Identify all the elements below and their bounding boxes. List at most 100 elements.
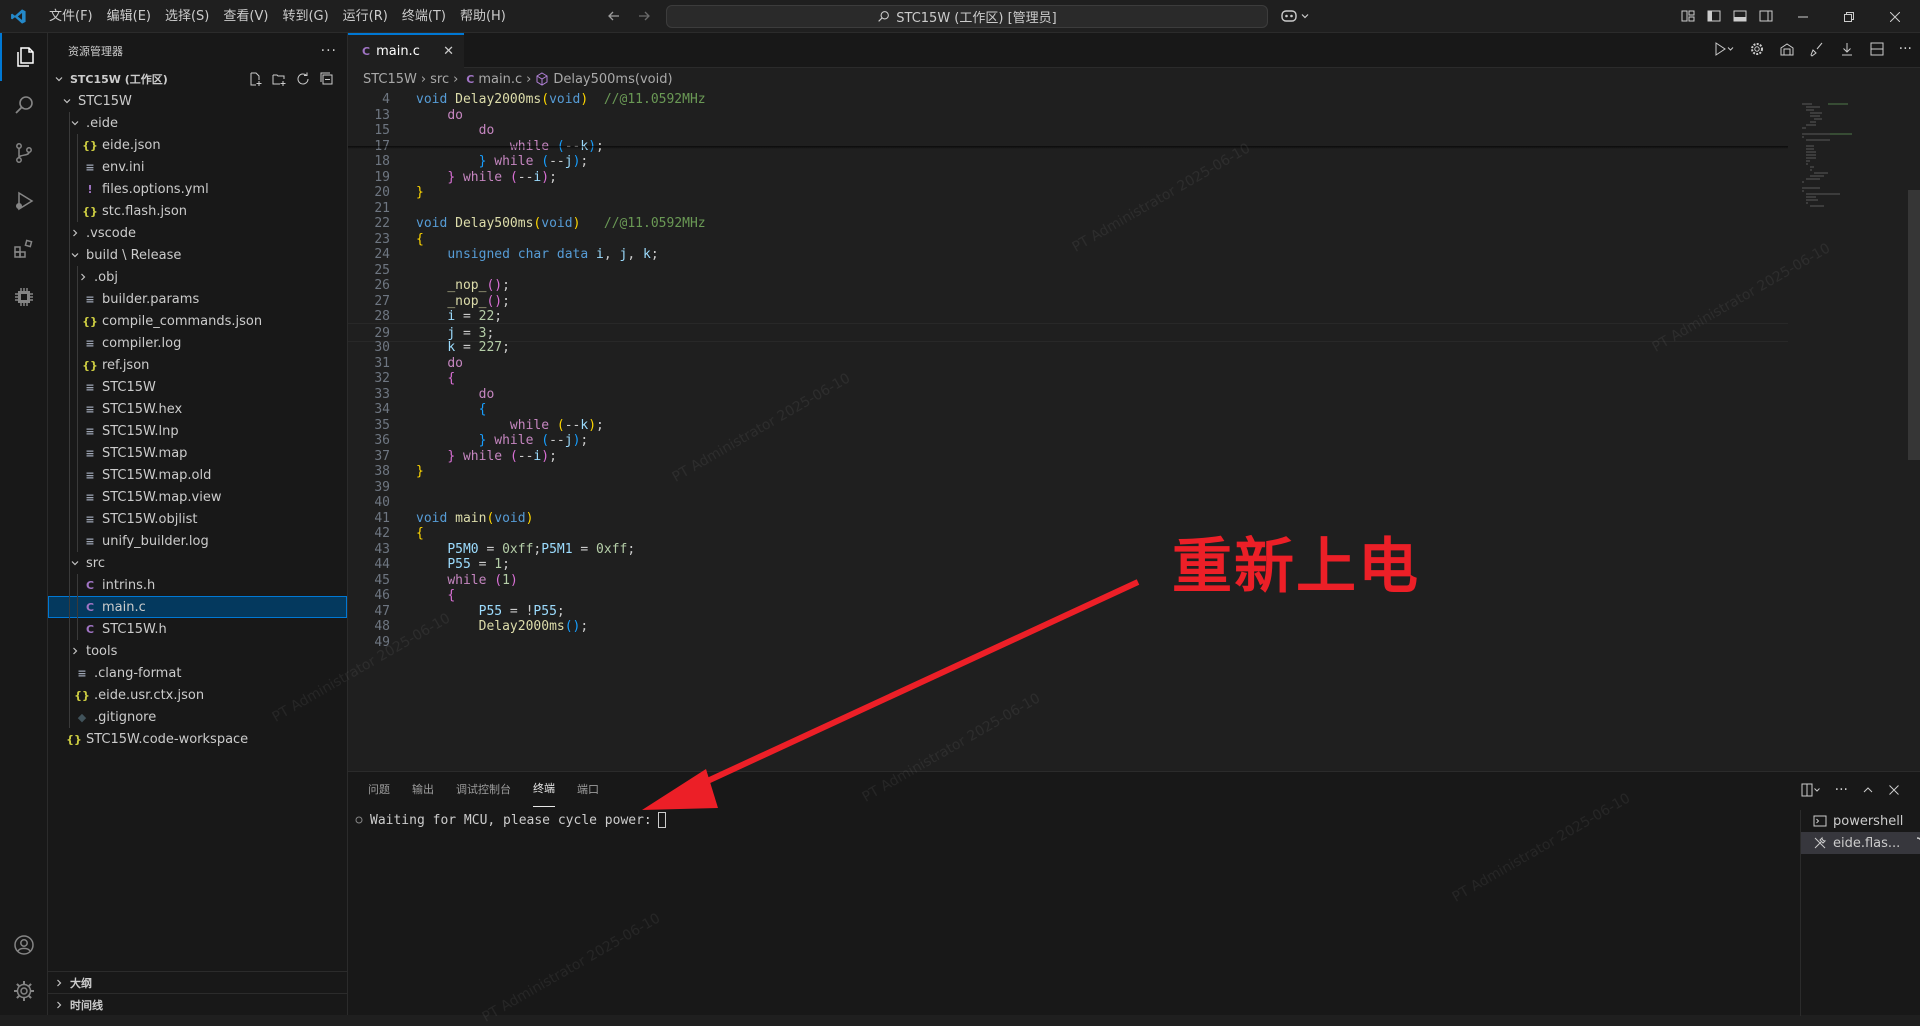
account-icon[interactable] [0, 921, 48, 969]
split-terminal-icon[interactable] [1801, 783, 1821, 797]
file-type-icon: ≡ [85, 402, 95, 416]
tree-item[interactable]: ≡ env.ini [48, 156, 347, 178]
toggle-secondary-sidebar-icon[interactable] [1758, 8, 1774, 24]
breadcrumb-item[interactable]: src [430, 72, 449, 87]
tree-item[interactable]: ≡ unify_builder.log [48, 530, 347, 552]
tree-item[interactable]: ≡ STC15W.objlist [48, 508, 347, 530]
file-type-icon: ◆ [77, 710, 87, 724]
menu-run[interactable]: 运行(R) [336, 0, 395, 33]
tab-ports[interactable]: 端口 [577, 772, 599, 807]
extensions-icon[interactable] [0, 225, 48, 273]
tree-item[interactable]: build \ Release [48, 244, 347, 266]
menu-edit[interactable]: 编辑(E) [100, 0, 158, 33]
tree-item[interactable]: src [48, 552, 347, 574]
tree-item-label: STC15W.hex [102, 401, 183, 417]
tree-item[interactable]: ≡ STC15W.lnp [48, 420, 347, 442]
menu-selection[interactable]: 选择(S) [158, 0, 216, 33]
tree-item[interactable]: ≡ compiler.log [48, 332, 347, 354]
gear-icon[interactable] [1749, 41, 1765, 57]
more-actions-icon[interactable]: ··· [1899, 41, 1912, 57]
copilot-button[interactable] [1280, 8, 1310, 24]
tree-item[interactable]: {} eide.json [48, 134, 347, 156]
file-type-icon: ≡ [85, 490, 95, 504]
download-flash-icon[interactable] [1839, 41, 1855, 57]
breadcrumb-item[interactable]: STC15W [363, 72, 417, 87]
menu-terminal[interactable]: 终端(T) [395, 0, 453, 33]
tree-item[interactable]: {} STC15W.code-workspace [48, 728, 347, 750]
code-editor[interactable]: 4 void Delay2000ms(void) //@11.0592MHz 13 … [348, 90, 1920, 771]
clean-brush-icon[interactable] [1809, 41, 1825, 57]
build-icon[interactable] [1779, 41, 1795, 57]
tree-item[interactable]: Cmain.c [48, 596, 347, 618]
tab-terminal[interactable]: 终端 [533, 772, 555, 807]
back-arrow-icon[interactable] [606, 8, 622, 24]
new-file-icon[interactable] [247, 71, 263, 87]
tree-item[interactable]: ≡ STC15W.map.view [48, 486, 347, 508]
tree-item[interactable]: C STC15W.h [48, 618, 347, 640]
timeline-section[interactable]: 时间线 [48, 993, 348, 1015]
customize-layout-icon[interactable] [1680, 8, 1696, 24]
command-center-search[interactable]: STC15W (工作区) [管理员] [666, 5, 1268, 28]
tab-problems[interactable]: 问题 [368, 772, 390, 807]
collapse-all-icon[interactable] [319, 71, 335, 87]
search-view-icon[interactable] [0, 81, 48, 129]
tree-item-label: STC15W.lnp [102, 423, 179, 439]
run-debug-icon[interactable] [0, 177, 48, 225]
tree-item[interactable]: .obj [48, 266, 347, 288]
minimize-button[interactable] [1780, 0, 1826, 33]
outline-section[interactable]: 大纲 [48, 971, 348, 993]
timeline-label: 时间线 [70, 998, 103, 1012]
tree-item[interactable]: ≡ STC15W [48, 376, 347, 398]
tree-item[interactable]: ! files.options.yml [48, 178, 347, 200]
tree-item[interactable]: ≡ STC15W.map [48, 442, 347, 464]
menu-go[interactable]: 转到(G) [275, 0, 335, 33]
tab-output[interactable]: 输出 [412, 772, 434, 807]
tree-item[interactable]: ≡ STC15W.hex [48, 398, 347, 420]
more-actions-icon[interactable]: ··· [321, 43, 337, 59]
split-editor-icon[interactable] [1869, 41, 1885, 57]
tree-item[interactable]: ≡ STC15W.map.old [48, 464, 347, 486]
editor-scrollbar[interactable] [1908, 190, 1920, 460]
tree-item[interactable]: ≡ .clang-format [48, 662, 347, 684]
new-folder-icon[interactable] [271, 71, 287, 87]
chip-icon[interactable] [0, 273, 48, 321]
tree-item[interactable]: Cintrins.h [48, 574, 347, 596]
file-type-icon: C [85, 600, 95, 614]
close-window-button[interactable] [1872, 0, 1918, 33]
tree-item[interactable]: ≡ builder.params [48, 288, 347, 310]
refresh-icon[interactable] [295, 71, 311, 87]
file-type-icon: C [85, 622, 95, 636]
settings-gear-icon[interactable] [0, 967, 48, 1015]
menu-help[interactable]: 帮助(H) [453, 0, 513, 33]
breadcrumb-item[interactable]: Delay500ms(void) [553, 72, 672, 87]
tree-item[interactable]: STC15W [48, 90, 347, 112]
tree-item[interactable]: .eide [48, 112, 347, 134]
tab-debug-console[interactable]: 调试控制台 [456, 772, 511, 807]
terminal-output[interactable]: Waiting for MCU, please cycle power: [354, 812, 666, 828]
tree-item[interactable]: {} compile_commands.json [48, 310, 347, 332]
run-debug-dropdown-icon[interactable] [1713, 41, 1735, 57]
restore-button[interactable] [1826, 0, 1872, 33]
tab-main-c[interactable]: C main.c ✕ [348, 33, 464, 68]
source-control-icon[interactable] [0, 129, 48, 177]
forward-arrow-icon[interactable] [636, 8, 652, 24]
terminal-item-powershell[interactable]: powershell [1801, 810, 1920, 832]
menu-file[interactable]: 文件(F) [42, 0, 100, 33]
explorer-icon[interactable] [0, 33, 48, 81]
maximize-panel-icon[interactable] [1862, 784, 1874, 796]
tree-item[interactable]: {} stc.flash.json [48, 200, 347, 222]
close-tab-icon[interactable]: ✕ [443, 44, 454, 59]
more-actions-icon[interactable]: ··· [1835, 782, 1848, 798]
tree-item[interactable]: .vscode [48, 222, 347, 244]
menu-view[interactable]: 查看(V) [216, 0, 275, 33]
minimap[interactable] [1788, 90, 1906, 771]
terminal-item-eide-flash[interactable]: eide.flas... [1801, 832, 1920, 854]
file-type-icon: ≡ [85, 424, 95, 438]
toggle-sidebar-icon[interactable] [1706, 8, 1722, 24]
tree-item[interactable]: tools [48, 640, 347, 662]
close-panel-icon[interactable] [1888, 784, 1900, 796]
breadcrumb-item[interactable]: main.c [478, 72, 522, 87]
tree-item[interactable]: {} ref.json [48, 354, 347, 376]
toggle-panel-icon[interactable] [1732, 8, 1748, 24]
workspace-header[interactable]: STC15W (工作区) [48, 68, 347, 90]
